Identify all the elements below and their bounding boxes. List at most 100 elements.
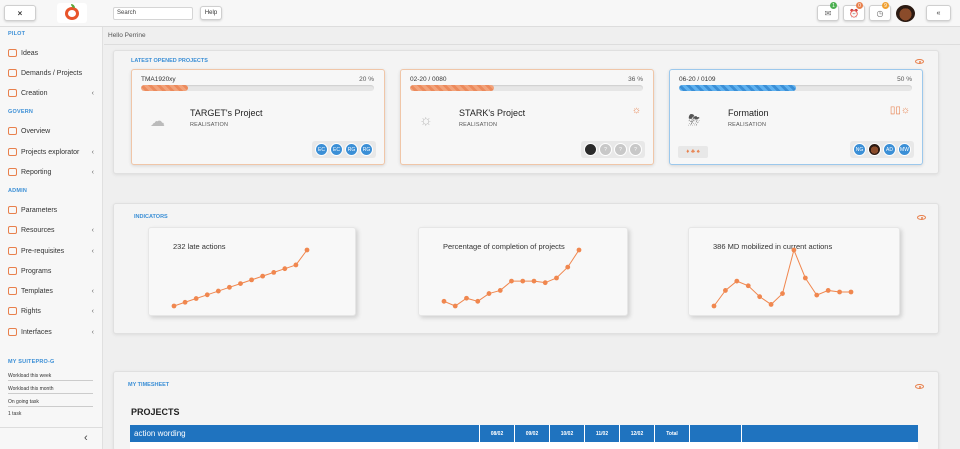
greeting-divider — [104, 44, 960, 45]
document-sun-icon: ▯▯☼ — [889, 105, 910, 116]
eye-icon[interactable] — [915, 59, 924, 64]
data-point — [486, 291, 492, 296]
project-status: REALISATION — [190, 122, 229, 128]
data-point — [745, 283, 751, 289]
sidebar-item-templates[interactable]: Templates ‹ — [8, 284, 100, 298]
sidebar-item-programs[interactable]: Programs — [8, 264, 100, 278]
data-point — [531, 278, 537, 284]
project-card[interactable]: 06-20 / 0109 50 % ⛈ Formation REALISATIO… — [669, 69, 923, 165]
collapse-panel-button[interactable]: « — [926, 5, 951, 21]
member-avatar[interactable] — [584, 143, 597, 156]
sidebar-item-demands-projects[interactable]: Demands / Projects — [8, 66, 100, 80]
member-avatar[interactable]: RG — [345, 143, 358, 156]
plus-icon — [8, 89, 17, 97]
member-avatar[interactable] — [868, 143, 881, 156]
mail-button[interactable]: ✉ 1 — [817, 2, 839, 21]
sun-icon: ☼ — [631, 105, 641, 116]
member-avatar[interactable]: MW — [898, 143, 911, 156]
member-avatar[interactable]: EC — [315, 143, 328, 156]
data-point — [791, 247, 797, 253]
sidebar-item-label: Parameters — [21, 206, 58, 214]
data-point — [464, 295, 469, 301]
sidebar-item-parameters[interactable]: Parameters — [8, 203, 100, 217]
project-card[interactable]: 02-20 / 0080 36 % ☼ STARK's Project REAL… — [400, 69, 654, 165]
progress-bar — [141, 85, 374, 91]
alarm-icon: ⏰ — [849, 8, 859, 18]
column-header: action wording — [130, 425, 480, 442]
workload-week[interactable]: Workload this week — [8, 373, 93, 381]
ongoing-task[interactable]: On going task — [8, 399, 93, 407]
search-input[interactable]: Search — [113, 7, 193, 20]
indicator-card[interactable]: 232 late actions — [148, 227, 356, 316]
app-logo[interactable] — [57, 3, 87, 23]
sidebar-item-projects-explorator[interactable]: Projects explorator ‹ — [8, 145, 100, 159]
task-count: 1 task — [8, 411, 22, 417]
program-icon — [8, 267, 17, 275]
column-header — [690, 425, 742, 442]
data-point — [452, 303, 458, 309]
help-button[interactable]: Help — [200, 6, 222, 20]
data-point — [734, 278, 740, 284]
sidebar-item-ideas[interactable]: Ideas — [8, 46, 100, 60]
timesheet-subtitle: PROJECTS — [131, 407, 180, 417]
eye-icon[interactable] — [917, 215, 926, 220]
column-header: 09/02 — [515, 425, 550, 442]
alarm-button[interactable]: ⏰ 0 — [843, 2, 865, 21]
member-avatar[interactable]: EC — [330, 143, 343, 156]
team-members: NG AD MW — [850, 141, 914, 158]
indicator-card[interactable]: 386 MD mobilized in current actions — [688, 227, 900, 316]
workload-month[interactable]: Workload this month — [8, 386, 93, 394]
data-point — [565, 264, 571, 270]
table-row — [130, 442, 918, 449]
data-point — [711, 303, 717, 309]
gear-icon — [8, 206, 17, 214]
sidebar-item-label: Rights — [21, 307, 41, 315]
data-point — [249, 277, 254, 283]
indicator-card[interactable]: Percentage of completion of projects — [418, 227, 628, 316]
data-point — [204, 292, 210, 298]
clock-button[interactable]: ◷ 9 — [869, 2, 891, 21]
member-avatar[interactable]: ? — [599, 143, 612, 156]
chevron-left-icon: ‹ — [91, 307, 94, 315]
apple-logo-icon — [65, 3, 79, 20]
indicator-chart — [711, 247, 854, 309]
member-avatar[interactable]: ? — [629, 143, 642, 156]
series-line — [713, 248, 851, 307]
team-members: ? ? ? — [581, 141, 645, 158]
project-status: REALISATION — [728, 122, 767, 128]
close-button[interactable]: × — [4, 5, 36, 21]
sidebar-item-reporting[interactable]: Reporting ‹ — [8, 165, 100, 179]
data-point — [271, 270, 277, 275]
sidebar-item-overview[interactable]: Overview — [8, 124, 100, 138]
sidebar-item-rights[interactable]: Rights ‹ — [8, 304, 100, 318]
progress-bar — [679, 85, 912, 91]
sidebar-item-label: Programs — [21, 267, 52, 275]
chevron-left-icon: ‹ — [91, 226, 94, 234]
data-point — [304, 247, 310, 253]
member-avatar[interactable]: NG — [853, 143, 866, 156]
member-avatar[interactable]: ? — [614, 143, 627, 156]
rights-icon — [8, 307, 17, 315]
member-avatar[interactable]: RG — [360, 143, 373, 156]
sidebar-item-resources[interactable]: Resources ‹ — [8, 223, 100, 237]
sidebar-item-creation[interactable]: Creation ‹ — [8, 86, 100, 100]
member-avatar[interactable]: AD — [883, 143, 896, 156]
data-point — [260, 273, 266, 279]
alarm-badge: 0 — [856, 2, 863, 9]
progress-bar — [410, 85, 643, 91]
eye-icon[interactable] — [915, 384, 924, 389]
sidebar-item-label: Demands / Projects — [21, 69, 83, 77]
data-point — [576, 247, 582, 253]
mini-icons[interactable]: ♦ ♣ ♠ — [678, 146, 708, 158]
project-card[interactable]: TMA1920xy 20 % ☁ TARGET's Project REALIS… — [131, 69, 385, 165]
cloud-icon — [8, 328, 17, 336]
column-header: 08/02 — [480, 425, 515, 442]
user-avatar[interactable] — [896, 5, 915, 22]
chevron-left-icon: ‹ — [91, 168, 94, 176]
chevron-left-icon: ‹ — [91, 247, 94, 255]
data-point — [542, 280, 548, 286]
sidebar-item-pre-requisites[interactable]: Pre-requisites ‹ — [8, 244, 100, 258]
collapse-sidebar-icon[interactable]: ‹ — [84, 432, 88, 444]
sidebar-item-interfaces[interactable]: Interfaces ‹ — [8, 325, 100, 339]
clock-badge: 9 — [882, 2, 889, 9]
